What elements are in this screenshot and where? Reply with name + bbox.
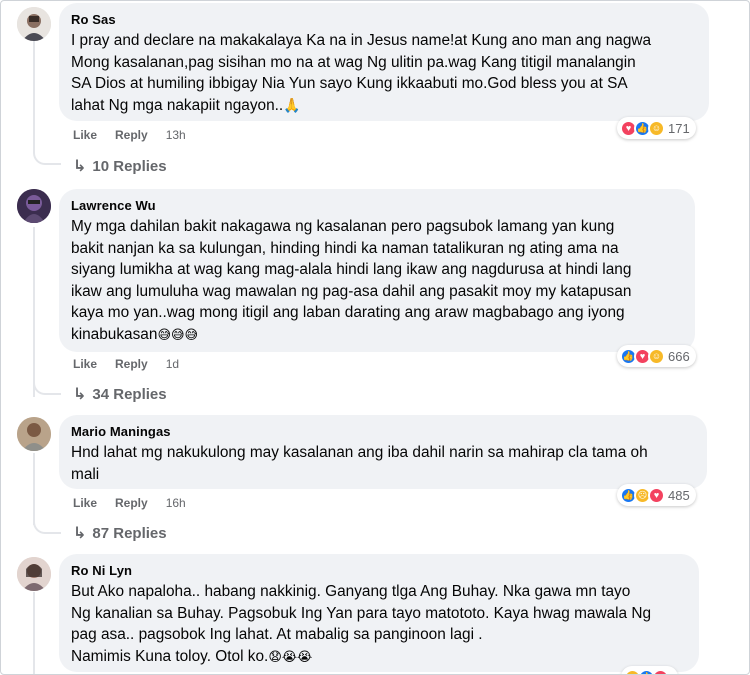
comment-line: Namimis Kuna toloy. Otol ko.😧😭😭 bbox=[71, 647, 313, 665]
like-button[interactable]: Like bbox=[73, 357, 97, 371]
view-replies-link[interactable]: ↳ 34 Replies bbox=[73, 384, 167, 404]
view-replies-link[interactable]: ↳ 87 Replies bbox=[73, 523, 167, 543]
reply-button[interactable]: Reply bbox=[115, 496, 148, 510]
crying-emoji: 😧😭😭 bbox=[268, 648, 313, 664]
comment-actions: Like Reply 16h bbox=[73, 496, 186, 510]
comments-panel: Ro Sas I pray and declare na makakalaya … bbox=[0, 0, 750, 675]
comment-line: Mong kasalanan,pag sisihan mo na at wag … bbox=[71, 53, 636, 71]
love-reaction-icon: ♥ bbox=[652, 668, 669, 674]
avatar[interactable] bbox=[17, 557, 51, 591]
reply-arrow-icon: ↳ bbox=[73, 158, 87, 175]
comment-author[interactable]: Ro Ni Lyn bbox=[71, 562, 687, 579]
care-reaction-icon: ☺ bbox=[648, 119, 665, 137]
reply-button[interactable]: Reply bbox=[115, 128, 148, 142]
reaction-summary[interactable]: 👍 ☹ ♥ 485 bbox=[617, 484, 696, 506]
like-button[interactable]: Like bbox=[73, 128, 97, 142]
reaction-count: 485 bbox=[668, 487, 690, 503]
replies-label: 34 Replies bbox=[92, 385, 167, 403]
comment-line: Hnd lahat mg nakukulong may kasalanan an… bbox=[71, 444, 648, 461]
comment-actions: Like Reply 1d bbox=[73, 357, 179, 371]
comment-text: My mga dahilan bakit nakagawa ng kasalan… bbox=[71, 216, 683, 345]
comment-bubble: Ro Sas I pray and declare na makakalaya … bbox=[59, 3, 709, 121]
love-reaction-icon: ♥ bbox=[648, 486, 665, 504]
pray-emoji: 🙏 bbox=[283, 96, 301, 113]
comment-bubble: Ro Ni Lyn But Ako napaloha.. habang nakk… bbox=[59, 554, 699, 672]
reaction-summary[interactable]: 👍 ♥ ☺ 666 bbox=[617, 345, 696, 367]
avatar[interactable] bbox=[17, 189, 51, 223]
comment-author[interactable]: Lawrence Wu bbox=[71, 197, 683, 214]
reaction-count: 171 bbox=[668, 120, 690, 136]
thread-line bbox=[33, 41, 35, 153]
comment-line: But Ako napaloha.. habang nakkinig. Gany… bbox=[71, 583, 631, 600]
comment-time[interactable]: 13h bbox=[166, 128, 186, 142]
comment-line: SA Dios at humiling ibbigay Nia Yun sayo… bbox=[71, 75, 628, 92]
comment-text: But Ako napaloha.. habang nakkinig. Gany… bbox=[71, 581, 687, 667]
comment-line: kaya mo yan..wag mong itigil ang laban d… bbox=[71, 304, 625, 321]
view-replies-link[interactable]: ↳ 10 Replies bbox=[73, 156, 167, 176]
comment-line: kinabukasan😅😅😅 bbox=[71, 325, 199, 343]
comment-line: lahat Ng mga nakapiit ngayon..🙏 bbox=[71, 96, 301, 114]
avatar[interactable] bbox=[17, 417, 51, 451]
comment-time[interactable]: 16h bbox=[166, 496, 186, 510]
comment-text: Hnd lahat mg nakukulong may kasalanan an… bbox=[71, 442, 695, 485]
care-reaction-icon: ☺ bbox=[648, 347, 665, 365]
like-button[interactable]: Like bbox=[73, 496, 97, 510]
reply-arrow-icon: ↳ bbox=[73, 525, 87, 542]
reaction-count: 666 bbox=[668, 348, 690, 364]
avatar[interactable] bbox=[17, 7, 51, 41]
thread-line bbox=[33, 592, 35, 674]
comment-line: mali bbox=[71, 465, 100, 483]
comment-line: Ng kanalian sa Buhay. Pagsobuk Ing Yan p… bbox=[71, 604, 652, 622]
comment-bubble: Mario Maningas Hnd lahat mg nakukulong m… bbox=[59, 415, 707, 489]
thread-connector bbox=[33, 381, 61, 395]
comment-time[interactable]: 1d bbox=[166, 357, 179, 371]
thread-line bbox=[33, 453, 35, 525]
reaction-summary[interactable]: ☺ 👍 ♥ bbox=[621, 666, 678, 674]
like-reaction-icon: 👍 bbox=[638, 668, 655, 674]
thread-line bbox=[33, 227, 35, 397]
comment-line: bakit nanjan ka sa kulungan, hinding hin… bbox=[71, 239, 619, 257]
sweat-smile-emoji: 😅😅😅 bbox=[157, 326, 199, 342]
comment-text: I pray and declare na makakalaya Ka na i… bbox=[71, 30, 697, 116]
replies-label: 10 Replies bbox=[92, 157, 167, 175]
reaction-summary[interactable]: ♥ 👍 ☺ 171 bbox=[617, 117, 696, 139]
care-reaction-icon: ☺ bbox=[624, 668, 641, 674]
comment-author[interactable]: Ro Sas bbox=[71, 11, 697, 28]
comment-bubble: Lawrence Wu My mga dahilan bakit nakagaw… bbox=[59, 189, 695, 352]
comment-author[interactable]: Mario Maningas bbox=[71, 423, 695, 440]
reply-button[interactable]: Reply bbox=[115, 357, 148, 371]
comment-line: siyang lumikha at wag kang mag-alala hin… bbox=[71, 261, 632, 278]
comment-line: My mga dahilan bakit nakagawa ng kasalan… bbox=[71, 218, 615, 235]
replies-label: 87 Replies bbox=[92, 524, 167, 542]
reply-arrow-icon: ↳ bbox=[73, 386, 87, 403]
comment-actions: Like Reply 13h bbox=[73, 128, 186, 142]
thread-connector bbox=[33, 520, 61, 534]
comment-line: pag asa.. pagsobok Ing lahat. At mabalig… bbox=[71, 626, 483, 643]
thread-connector bbox=[33, 151, 61, 165]
comment-line: I pray and declare na makakalaya Ka na i… bbox=[71, 32, 652, 49]
comment-line: ikaw ang lumuluha wag mawalan ng pag-asa… bbox=[71, 282, 632, 300]
